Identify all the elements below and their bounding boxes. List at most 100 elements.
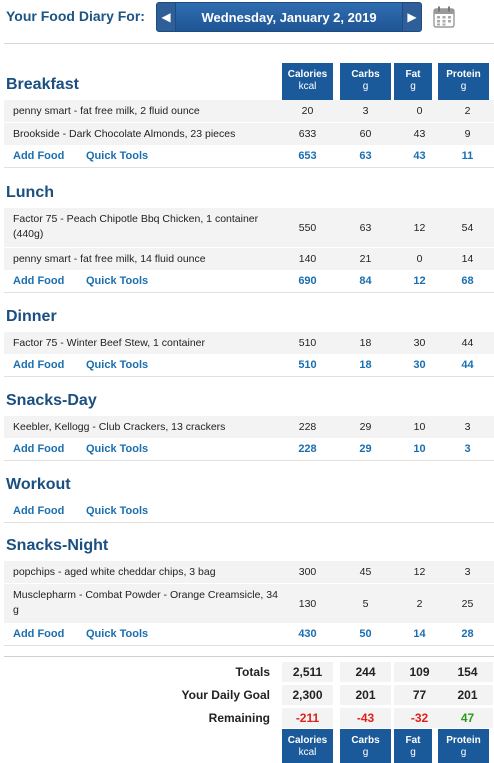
calendar-icon[interactable] (433, 6, 455, 28)
add-food-link[interactable]: Add Food (13, 505, 64, 517)
food-name[interactable]: popchips - aged white cheddar chips, 3 b… (13, 565, 284, 580)
carbs-value: 60 (359, 128, 372, 140)
food-row[interactable]: Musclepharm - Combat Powder - Orange Cre… (4, 584, 494, 624)
meal-total-calories: 690 (298, 275, 317, 287)
daily-summary: Totals 2,511 244 109 154 Your Daily Goal… (4, 656, 494, 729)
footer-header-calories: Calories kcal (282, 729, 333, 763)
remaining-calories: -211 (282, 708, 333, 728)
add-food-link[interactable]: Add Food (13, 359, 64, 371)
meal-lunch: Lunch Factor 75 - Peach Chipotle Bbq Chi… (4, 182, 494, 293)
add-food-link[interactable]: Add Food (13, 443, 64, 455)
remaining-fat: -32 (394, 708, 445, 728)
meal-total-carbs: 84 (359, 275, 372, 287)
fat-value: 10 (413, 421, 426, 433)
carbs-value: 3 (362, 105, 369, 117)
food-row[interactable]: Brookside - Dark Chocolate Almonds, 23 p… (4, 123, 494, 146)
daily-goal-row: Your Daily Goal 2,300 201 77 201 (4, 683, 494, 706)
meal-total-calories: 228 (298, 443, 317, 455)
food-name[interactable]: Factor 75 - Peach Chipotle Bbq Chicken, … (13, 212, 284, 242)
meal-snacks-day: Snacks-Day Keebler, Kellogg - Club Crack… (4, 390, 494, 461)
add-food-link[interactable]: Add Food (13, 150, 64, 162)
carbs-value: 29 (359, 421, 372, 433)
food-row[interactable]: popchips - aged white cheddar chips, 3 b… (4, 561, 494, 584)
carbs-value: 21 (359, 253, 372, 265)
calories-value: 140 (298, 253, 317, 265)
date-navigation-bar: Your Food Diary For: ◀ Wednesday, Januar… (0, 0, 494, 40)
protein-value: 25 (461, 597, 474, 610)
protein-value: 2 (464, 105, 471, 117)
meal-actions: Add Food Quick Tools 510 18 30 44 (4, 355, 494, 377)
food-name[interactable]: penny smart - fat free milk, 14 fluid ou… (13, 252, 284, 267)
fat-value: 30 (413, 337, 426, 349)
footer-header-protein: Protein g (438, 729, 489, 763)
food-row[interactable]: penny smart - fat free milk, 2 fluid oun… (4, 100, 494, 123)
meal-total-fat: 14 (413, 628, 426, 640)
meal-title: Snacks-Day (6, 392, 97, 409)
food-row[interactable]: Factor 75 - Peach Chipotle Bbq Chicken, … (4, 208, 494, 248)
calories-value: 510 (298, 337, 317, 349)
meal-total-carbs: 50 (359, 628, 372, 640)
meal-total-fat: 12 (413, 275, 426, 287)
fat-value: 12 (413, 221, 426, 234)
meal-total-protein: 11 (461, 150, 474, 162)
next-day-button[interactable]: ▶ (402, 2, 422, 32)
calories-value: 130 (298, 597, 317, 610)
protein-value: 44 (461, 337, 474, 349)
goal-protein: 201 (442, 685, 493, 705)
total-carbs: 244 (340, 662, 391, 682)
fat-value: 12 (413, 566, 426, 578)
fat-value: 0 (416, 253, 423, 265)
total-protein: 154 (442, 662, 493, 682)
meal-title: Workout (6, 476, 71, 493)
fat-value: 2 (416, 597, 423, 610)
quick-tools-link[interactable]: Quick Tools (86, 443, 148, 455)
meal-breakfast: Breakfast penny smart - fat free milk, 2… (4, 74, 494, 168)
quick-tools-link[interactable]: Quick Tools (86, 628, 148, 640)
totals-label: Totals (235, 665, 270, 679)
divider (4, 43, 494, 44)
total-calories: 2,511 (282, 662, 333, 682)
quick-tools-link[interactable]: Quick Tools (86, 505, 148, 517)
food-row[interactable]: Keebler, Kellogg - Club Crackers, 13 cra… (4, 416, 494, 439)
protein-value: 9 (464, 128, 471, 140)
quick-tools-link[interactable]: Quick Tools (86, 275, 148, 287)
meal-total-calories: 510 (298, 359, 317, 371)
food-name[interactable]: Factor 75 - Winter Beef Stew, 1 containe… (13, 336, 284, 351)
meal-total-carbs: 18 (359, 359, 372, 371)
calories-value: 228 (298, 421, 317, 433)
protein-value: 3 (464, 566, 471, 578)
add-food-link[interactable]: Add Food (13, 628, 64, 640)
fat-value: 43 (413, 128, 426, 140)
goal-fat: 77 (394, 685, 445, 705)
remaining-label: Remaining (208, 711, 270, 725)
food-name[interactable]: Musclepharm - Combat Powder - Orange Cre… (13, 588, 284, 618)
food-name[interactable]: penny smart - fat free milk, 2 fluid oun… (13, 104, 284, 119)
fat-value: 0 (416, 105, 423, 117)
remaining-protein: 47 (442, 708, 493, 728)
meal-total-calories: 430 (298, 628, 317, 640)
meal-actions: Add Food Quick Tools 430 50 14 28 (4, 624, 494, 646)
meal-total-fat: 43 (413, 150, 426, 162)
meal-total-protein: 3 (464, 443, 471, 455)
calories-value: 550 (298, 221, 317, 234)
food-row[interactable]: penny smart - fat free milk, 14 fluid ou… (4, 248, 494, 271)
food-row[interactable]: Factor 75 - Winter Beef Stew, 1 containe… (4, 332, 494, 355)
quick-tools-link[interactable]: Quick Tools (86, 150, 148, 162)
goal-carbs: 201 (340, 685, 391, 705)
quick-tools-link[interactable]: Quick Tools (86, 359, 148, 371)
food-name[interactable]: Brookside - Dark Chocolate Almonds, 23 p… (13, 127, 284, 142)
meal-actions: Add Food Quick Tools 653 63 43 11 (4, 146, 494, 168)
remaining-row: Remaining -211 -43 -32 47 (4, 706, 494, 729)
calories-value: 300 (298, 566, 317, 578)
carbs-value: 18 (359, 337, 372, 349)
meal-actions: Add Food Quick Tools 690 84 12 68 (4, 271, 494, 293)
remaining-carbs: -43 (340, 708, 391, 728)
previous-day-button[interactable]: ◀ (156, 2, 176, 32)
meal-snacks-night: Snacks-Night popchips - aged white chedd… (4, 535, 494, 646)
protein-value: 54 (461, 221, 474, 234)
food-name[interactable]: Keebler, Kellogg - Club Crackers, 13 cra… (13, 420, 284, 435)
meal-actions: Add Food Quick Tools 228 29 10 3 (4, 439, 494, 461)
meal-total-calories: 653 (298, 150, 317, 162)
add-food-link[interactable]: Add Food (13, 275, 64, 287)
meal-dinner: Dinner Factor 75 - Winter Beef Stew, 1 c… (4, 306, 494, 377)
